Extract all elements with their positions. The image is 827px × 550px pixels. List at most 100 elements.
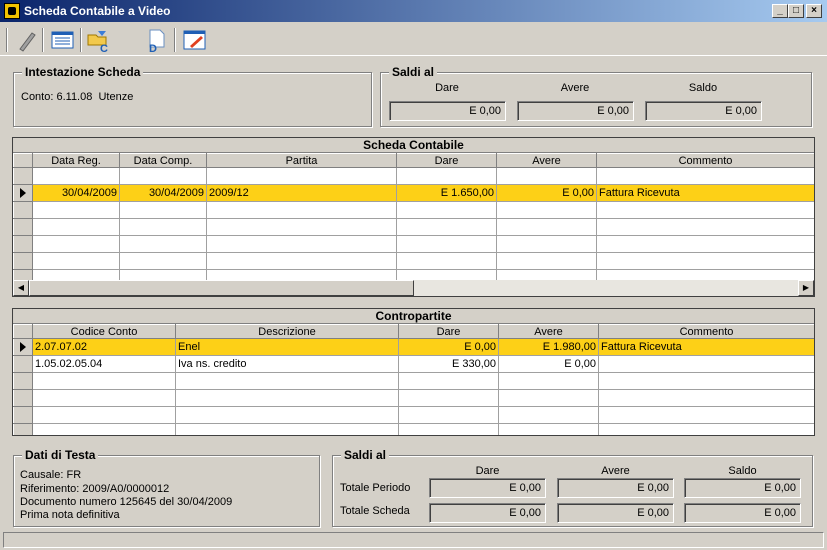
scroll-left-icon[interactable]: ◀	[13, 280, 29, 296]
table-row[interactable]	[13, 235, 814, 253]
contropartite-col-codice[interactable]: Codice Conto	[32, 324, 176, 339]
cell[interactable]	[32, 167, 120, 185]
cell[interactable]: E 0,00	[496, 184, 597, 202]
cell[interactable]	[206, 252, 397, 270]
cell[interactable]	[206, 167, 397, 185]
row-indicator[interactable]	[13, 389, 33, 407]
row-indicator[interactable]	[13, 235, 33, 253]
cell[interactable]: Fattura Ricevuta	[596, 184, 814, 202]
cell[interactable]	[175, 406, 399, 424]
scheda-col-dare[interactable]: Dare	[396, 153, 497, 168]
cell[interactable]	[175, 389, 399, 407]
row-indicator[interactable]	[13, 406, 33, 424]
table-row[interactable]	[13, 423, 814, 435]
cell[interactable]	[32, 252, 120, 270]
cell[interactable]	[398, 406, 499, 424]
contropartite-grid[interactable]: Contropartite Codice Conto Descrizione D…	[12, 308, 815, 436]
row-indicator[interactable]	[13, 218, 33, 236]
table-row[interactable]	[13, 372, 814, 390]
cell[interactable]	[32, 201, 120, 219]
cell[interactable]	[396, 167, 497, 185]
cell[interactable]	[206, 235, 397, 253]
scheda-col-commento[interactable]: Commento	[596, 153, 814, 168]
cell[interactable]	[596, 218, 814, 236]
cell[interactable]	[498, 406, 599, 424]
cell[interactable]: E 330,00	[398, 355, 499, 373]
close-button[interactable]: ×	[806, 4, 822, 18]
cell[interactable]	[598, 423, 814, 435]
contropartite-col-dare[interactable]: Dare	[398, 324, 499, 339]
minimize-button[interactable]: _	[772, 4, 788, 18]
row-indicator[interactable]	[13, 252, 33, 270]
cell[interactable]	[396, 201, 497, 219]
table-row[interactable]	[13, 218, 814, 236]
cell[interactable]	[396, 218, 497, 236]
cell[interactable]: Fattura Ricevuta	[598, 338, 814, 356]
scheda-col-data-comp[interactable]: Data Comp.	[119, 153, 207, 168]
contropartite-col-commento[interactable]: Commento	[598, 324, 814, 339]
cell[interactable]	[119, 201, 207, 219]
cell[interactable]: 2.07.07.02	[32, 338, 176, 356]
cell[interactable]	[598, 372, 814, 390]
cell[interactable]	[119, 252, 207, 270]
cell[interactable]	[498, 389, 599, 407]
cell[interactable]	[32, 235, 120, 253]
table-row[interactable]: 30/04/2009 30/04/2009 2009/12 E 1.650,00…	[13, 184, 814, 202]
table-row[interactable]	[13, 389, 814, 407]
cell[interactable]	[175, 423, 399, 435]
table-row[interactable]	[13, 252, 814, 270]
scheda-horizontal-scrollbar[interactable]: ◀ ▶	[13, 280, 814, 296]
cell[interactable]: 1.05.02.05.04	[32, 355, 176, 373]
cell[interactable]	[175, 372, 399, 390]
cell[interactable]	[396, 235, 497, 253]
scheda-contabile-grid[interactable]: Scheda Contabile Data Reg. Data Comp. Pa…	[12, 137, 815, 297]
cell[interactable]	[496, 235, 597, 253]
cell[interactable]	[598, 406, 814, 424]
cell[interactable]: Enel	[175, 338, 399, 356]
maximize-button[interactable]: □	[788, 4, 804, 18]
table-row[interactable]	[13, 201, 814, 219]
edit-icon[interactable]	[182, 27, 208, 53]
cell[interactable]	[498, 423, 599, 435]
cell[interactable]	[32, 423, 176, 435]
table-row[interactable]	[13, 167, 814, 185]
cell[interactable]	[398, 423, 499, 435]
scroll-right-icon[interactable]: ▶	[798, 280, 814, 296]
row-indicator[interactable]	[13, 184, 33, 202]
row-indicator[interactable]	[13, 338, 33, 356]
cell[interactable]: 30/04/2009	[32, 184, 120, 202]
cell[interactable]	[596, 252, 814, 270]
cell[interactable]	[598, 355, 814, 373]
cell[interactable]: 2009/12	[206, 184, 397, 202]
cell[interactable]	[32, 389, 176, 407]
cell[interactable]	[496, 201, 597, 219]
document-d-icon[interactable]: D	[144, 27, 170, 55]
cell[interactable]	[496, 252, 597, 270]
cell[interactable]	[596, 235, 814, 253]
cell[interactable]: 30/04/2009	[119, 184, 207, 202]
cell[interactable]	[496, 167, 597, 185]
row-indicator[interactable]	[13, 355, 33, 373]
cell[interactable]	[398, 372, 499, 390]
cell[interactable]	[32, 218, 120, 236]
row-indicator[interactable]	[13, 423, 33, 435]
scheda-col-data-reg[interactable]: Data Reg.	[32, 153, 120, 168]
cell[interactable]	[396, 252, 497, 270]
list-icon[interactable]	[50, 27, 76, 53]
cell[interactable]	[119, 167, 207, 185]
contropartite-col-descrizione[interactable]: Descrizione	[175, 324, 399, 339]
cell[interactable]: E 1.980,00	[498, 338, 599, 356]
scheda-col-partita[interactable]: Partita	[206, 153, 397, 168]
table-row[interactable]	[13, 406, 814, 424]
cell[interactable]: E 0,00	[498, 355, 599, 373]
cell[interactable]	[398, 389, 499, 407]
contropartite-col-avere[interactable]: Avere	[498, 324, 599, 339]
row-indicator[interactable]	[13, 201, 33, 219]
tool-icon[interactable]	[14, 27, 40, 53]
cell[interactable]	[498, 372, 599, 390]
cell[interactable]	[496, 218, 597, 236]
cell[interactable]	[206, 201, 397, 219]
table-row[interactable]: 2.07.07.02 Enel E 0,00 E 1.980,00 Fattur…	[13, 338, 814, 356]
cell[interactable]	[32, 372, 176, 390]
cell[interactable]: E 1.650,00	[396, 184, 497, 202]
